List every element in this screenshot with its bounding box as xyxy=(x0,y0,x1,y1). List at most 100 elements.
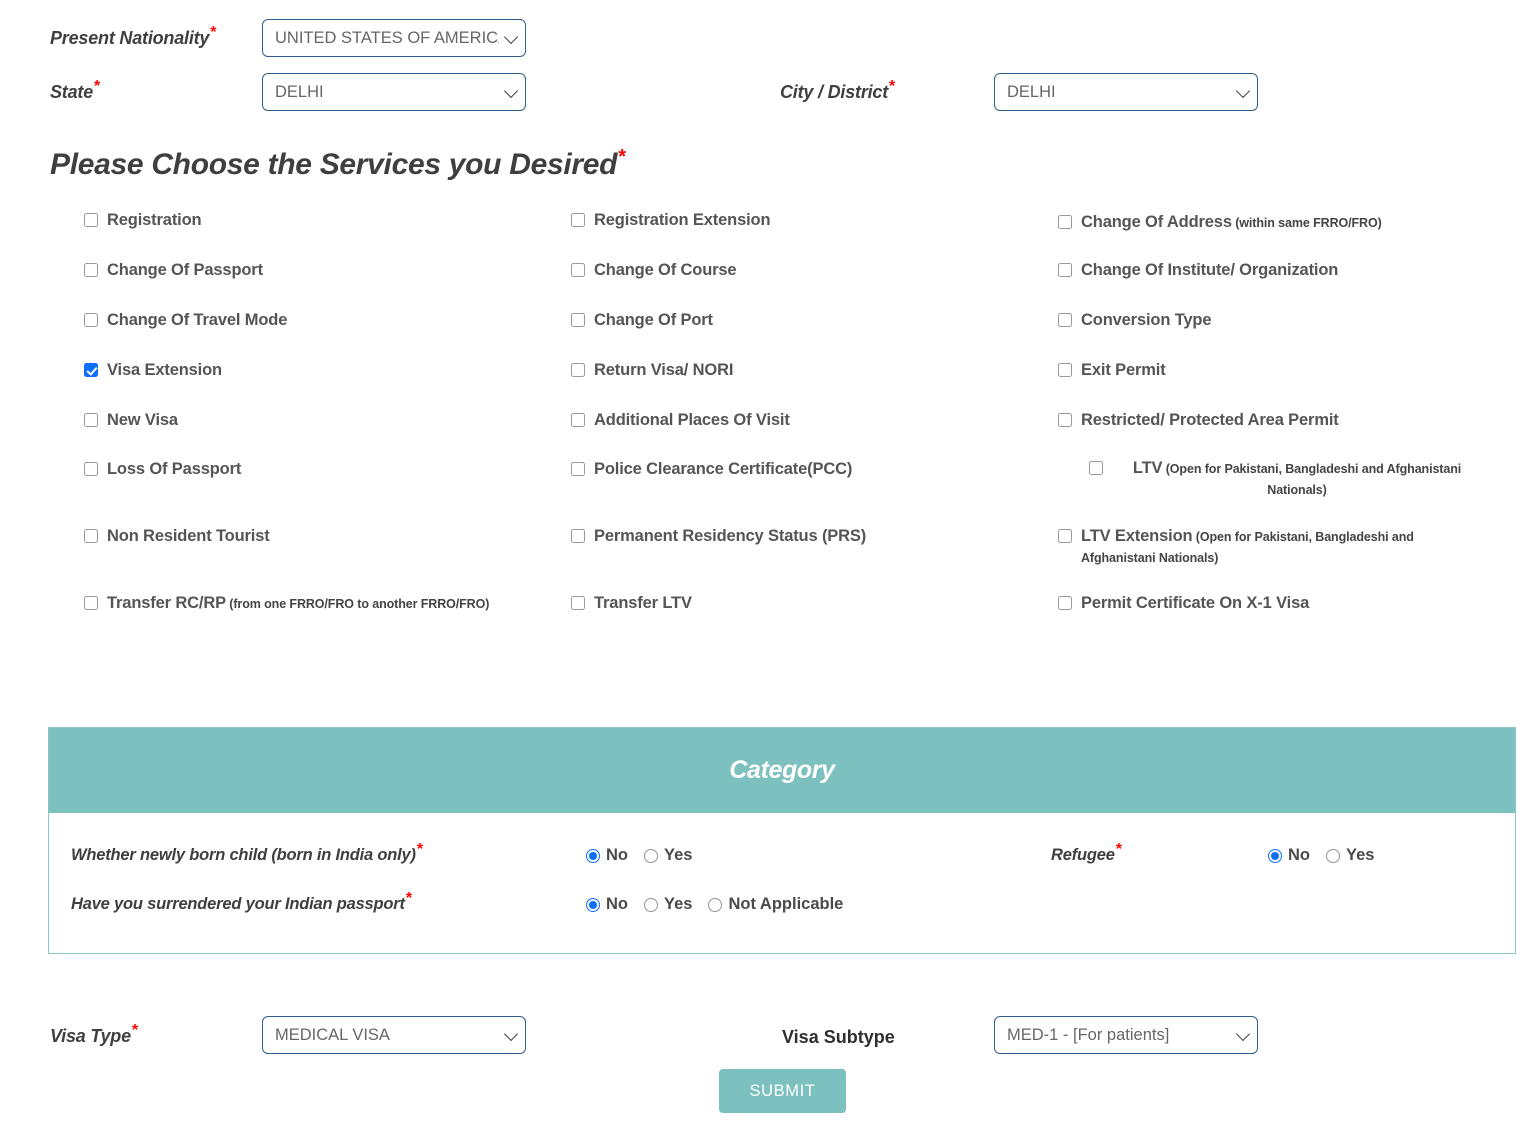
radio-option-label: Yes xyxy=(664,895,693,913)
visa-type-label: Visa Type* xyxy=(50,1023,138,1047)
service-checkbox-label: Change Of Travel Mode xyxy=(107,311,288,329)
service-checkbox-row[interactable]: Restricted/ Protected Area Permit xyxy=(1058,410,1339,430)
checkbox-unchecked-icon[interactable] xyxy=(1089,461,1103,475)
service-checkbox-label: Exit Permit xyxy=(1081,361,1166,379)
service-checkbox-label: Change Of Port xyxy=(594,311,713,329)
checkbox-unchecked-icon[interactable] xyxy=(571,263,585,277)
radio-selected-icon[interactable] xyxy=(1268,848,1282,863)
radio-option[interactable]: Yes xyxy=(644,895,692,914)
city-district-select[interactable]: DELHI xyxy=(994,73,1258,111)
checkbox-unchecked-icon[interactable] xyxy=(571,313,585,327)
visa-type-select[interactable]: MEDICAL VISA xyxy=(262,1016,526,1054)
required-asterisk: * xyxy=(405,889,412,907)
radio-option[interactable]: No xyxy=(1268,846,1310,865)
submit-button[interactable]: SUBMIT xyxy=(719,1069,846,1113)
checkbox-unchecked-icon[interactable] xyxy=(1058,263,1072,277)
radio-unselected-icon[interactable] xyxy=(1326,848,1340,863)
service-checkbox-label: Restricted/ Protected Area Permit xyxy=(1081,411,1339,429)
state-select[interactable]: DELHI xyxy=(262,73,526,111)
service-checkbox-row[interactable]: Change Of Passport xyxy=(84,260,263,280)
checkbox-unchecked-icon[interactable] xyxy=(1058,363,1072,377)
service-checkbox-row[interactable]: Registration xyxy=(84,210,202,230)
service-checkbox-row[interactable]: Exit Permit xyxy=(1058,360,1166,380)
service-checkbox-row[interactable]: Visa Extension xyxy=(84,360,222,380)
service-checkbox-row[interactable]: Additional Places Of Visit xyxy=(571,410,790,430)
service-checkbox-row[interactable]: Change Of Address (within same FRRO/FRO) xyxy=(1058,212,1382,233)
radio-option[interactable]: Yes xyxy=(644,846,692,865)
checkbox-unchecked-icon[interactable] xyxy=(1058,529,1072,543)
frro-services-form-page: Present Nationality* UNITED STATES OF AM… xyxy=(0,0,1536,1148)
radio-unselected-icon[interactable] xyxy=(708,897,723,912)
service-checkbox-row[interactable]: Permanent Residency Status (PRS) xyxy=(571,526,866,546)
visa-subtype-select[interactable]: MED-1 - [For patients] xyxy=(994,1016,1258,1054)
service-checkbox-row[interactable]: Return Visa/ NORI xyxy=(571,360,733,380)
service-checkbox-row[interactable]: Loss Of Passport xyxy=(84,459,241,479)
service-checkbox-row[interactable]: Permit Certificate On X-1 Visa xyxy=(1058,593,1309,613)
checkbox-unchecked-icon[interactable] xyxy=(84,462,98,476)
service-checkbox-row[interactable]: New Visa xyxy=(84,410,178,430)
service-checkbox-row[interactable]: Change Of Institute/ Organization xyxy=(1058,260,1338,280)
city-district-select-wrapper[interactable]: DELHI xyxy=(994,73,1258,111)
refugee-radio-group[interactable]: No Yes xyxy=(1268,846,1384,865)
checkbox-unchecked-icon[interactable] xyxy=(84,263,98,277)
visa-subtype-label-text: Visa Subtype xyxy=(782,1027,895,1047)
checkbox-unchecked-icon[interactable] xyxy=(571,596,585,610)
visa-type-label-text: Visa Type xyxy=(50,1026,131,1046)
checkbox-unchecked-icon[interactable] xyxy=(571,213,585,227)
service-checkbox-row[interactable]: Change Of Travel Mode xyxy=(84,310,287,330)
state-label-text: State xyxy=(50,82,94,102)
radio-option[interactable]: Not Applicable xyxy=(708,895,843,914)
checkbox-unchecked-icon[interactable] xyxy=(571,413,585,427)
checkbox-unchecked-icon[interactable] xyxy=(84,213,98,227)
checkbox-unchecked-icon[interactable] xyxy=(1058,596,1072,610)
visa-type-select-wrapper[interactable]: MEDICAL VISA xyxy=(262,1016,526,1054)
state-label: State* xyxy=(50,79,100,103)
service-checkbox-row[interactable]: Change Of Port xyxy=(571,310,713,330)
present-nationality-select[interactable]: UNITED STATES OF AMERICA xyxy=(262,19,526,57)
checkbox-unchecked-icon[interactable] xyxy=(84,529,98,543)
service-checkbox-label: Non Resident Tourist xyxy=(107,527,270,545)
checkbox-unchecked-icon[interactable] xyxy=(571,462,585,476)
newborn-child-question-label: Whether newly born child (born in India … xyxy=(71,841,423,865)
checkbox-unchecked-icon[interactable] xyxy=(1058,215,1072,229)
service-checkbox-row[interactable]: LTV Extension (Open for Pakistani, Bangl… xyxy=(1058,526,1461,568)
surrendered-passport-radio-group[interactable]: No Yes Not Applicable xyxy=(586,895,853,914)
checkbox-unchecked-icon[interactable] xyxy=(571,363,585,377)
radio-option-label: No xyxy=(606,846,628,864)
checkbox-unchecked-icon[interactable] xyxy=(1058,313,1072,327)
radio-unselected-icon[interactable] xyxy=(644,848,658,863)
newborn-child-question-text: Whether newly born child (born in India … xyxy=(71,846,416,864)
checkbox-checked-icon[interactable] xyxy=(84,363,98,377)
service-checkbox-row[interactable]: Transfer LTV xyxy=(571,593,692,613)
service-checkbox-row[interactable]: Conversion Type xyxy=(1058,310,1212,330)
checkbox-unchecked-icon[interactable] xyxy=(84,413,98,427)
service-checkbox-label: Permanent Residency Status (PRS) xyxy=(594,527,867,545)
surrendered-passport-question-label: Have you surrendered your Indian passpor… xyxy=(71,890,412,914)
state-select-wrapper[interactable]: DELHI xyxy=(262,73,526,111)
service-checkbox-row[interactable]: Police Clearance Certificate(PCC) xyxy=(571,459,852,479)
service-checkbox-row[interactable]: Change Of Course xyxy=(571,260,737,280)
present-nationality-select-wrapper[interactable]: UNITED STATES OF AMERICA xyxy=(262,19,526,57)
service-checkbox-row[interactable]: Registration Extension xyxy=(571,210,771,230)
newborn-child-radio-group[interactable]: No Yes xyxy=(586,846,702,865)
radio-selected-icon[interactable] xyxy=(586,897,600,912)
radio-option[interactable]: Yes xyxy=(1326,846,1374,865)
service-checkbox-row[interactable]: Non Resident Tourist xyxy=(84,526,270,546)
service-checkbox-row[interactable]: Transfer RC/RP (from one FRRO/FRO to ano… xyxy=(84,593,489,614)
radio-option-label: Not Applicable xyxy=(728,895,844,913)
checkbox-unchecked-icon[interactable] xyxy=(571,529,585,543)
service-checkbox-row[interactable]: LTV (Open for Pakistani, Bangladeshi and… xyxy=(1089,458,1482,500)
checkbox-unchecked-icon[interactable] xyxy=(84,596,98,610)
checkbox-unchecked-icon[interactable] xyxy=(84,313,98,327)
visa-subtype-select-wrapper[interactable]: MED-1 - [For patients] xyxy=(994,1016,1258,1054)
radio-option-label: No xyxy=(1288,846,1310,864)
service-checkbox-label: Additional Places Of Visit xyxy=(594,411,790,429)
radio-option[interactable]: No xyxy=(586,895,628,914)
category-title: Category xyxy=(729,756,835,784)
service-checkbox-label: New Visa xyxy=(107,411,178,429)
radio-option[interactable]: No xyxy=(586,846,628,865)
service-checkbox-note: (within same FRRO/FRO) xyxy=(1231,216,1382,230)
radio-selected-icon[interactable] xyxy=(586,848,600,863)
radio-unselected-icon[interactable] xyxy=(644,897,658,912)
checkbox-unchecked-icon[interactable] xyxy=(1058,413,1072,427)
